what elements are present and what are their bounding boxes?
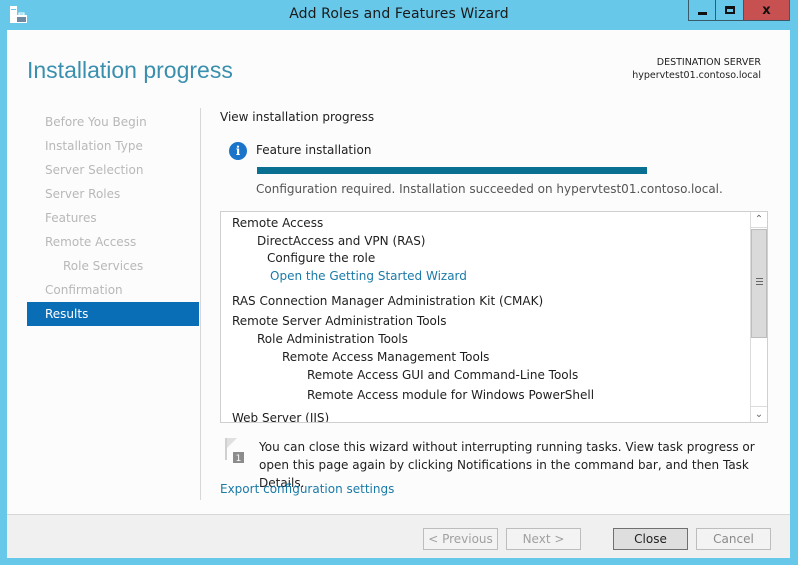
maximize-icon: [724, 6, 735, 14]
getting-started-wizard-link[interactable]: Open the Getting Started Wizard: [270, 269, 467, 283]
result-item: Role Administration Tools: [257, 332, 408, 346]
page-title: Installation progress: [27, 57, 233, 83]
wizard-footer: < Previous Next > Close Cancel: [7, 514, 790, 558]
destination-label: DESTINATION SERVER: [656, 57, 761, 68]
scroll-down-button[interactable]: ⌄: [751, 406, 767, 422]
result-item: Remote Access module for Windows PowerSh…: [307, 388, 595, 402]
result-item: Configure the role: [267, 251, 376, 265]
section-heading: View installation progress: [220, 110, 375, 124]
wizard-nav: Before You Begin Installation Type Serve…: [27, 110, 199, 326]
title-bar: Add Roles and Features Wizard x: [0, 0, 798, 30]
result-item: Remote Access Management Tools: [282, 350, 490, 364]
minimize-icon: [697, 11, 707, 15]
nav-item-role-services: Role Services: [63, 259, 144, 273]
maximize-button[interactable]: [716, 0, 744, 21]
result-item: Remote Access GUI and Command-Line Tools: [307, 368, 579, 382]
nav-item-server-selection: Server Selection: [45, 163, 144, 177]
results-scrollbar[interactable]: ⌃ ⌄: [750, 212, 767, 422]
result-item: RAS Connection Manager Administration Ki…: [232, 294, 544, 308]
wizard-client: Installation progress DESTINATION SERVER…: [7, 30, 790, 558]
installation-progress-bar: [257, 167, 647, 174]
nav-item-features: Features: [45, 211, 97, 225]
window-title: Add Roles and Features Wizard: [289, 6, 509, 22]
window-controls: x: [688, 0, 790, 21]
close-button[interactable]: Close: [613, 528, 688, 550]
grip-icon: [756, 278, 763, 287]
minimize-button[interactable]: [688, 0, 716, 21]
scroll-up-button[interactable]: ⌃: [751, 212, 767, 228]
nav-item-installation-type: Installation Type: [45, 139, 143, 153]
nav-item-confirmation: Confirmation: [45, 283, 123, 297]
result-item: Remote Server Administration Tools: [232, 314, 447, 328]
export-configuration-link[interactable]: Export configuration settings: [220, 482, 394, 496]
next-button[interactable]: Next >: [506, 528, 581, 550]
destination-server-name: hypervtest01.contoso.local: [632, 70, 761, 81]
destination-server: DESTINATION SERVER hypervtest01.contoso.…: [632, 56, 761, 82]
previous-button[interactable]: < Previous: [423, 528, 498, 550]
nav-item-results[interactable]: Results: [27, 302, 199, 326]
close-icon: x: [762, 2, 771, 18]
result-item: Remote Access: [232, 216, 324, 230]
chevron-down-icon: ⌄: [754, 409, 764, 420]
nav-item-before-you-begin: Before You Begin: [45, 115, 147, 129]
result-item: DirectAccess and VPN (RAS): [257, 234, 426, 248]
chevron-up-icon: ⌃: [754, 214, 764, 225]
progress-fill: [257, 167, 647, 174]
notification-flag-icon: 1: [225, 438, 244, 464]
cancel-button[interactable]: Cancel: [696, 528, 771, 550]
nav-item-remote-access: Remote Access: [45, 235, 137, 249]
installation-status: Configuration required. Installation suc…: [256, 182, 723, 196]
info-icon: i: [229, 142, 247, 160]
nav-divider: [200, 108, 201, 500]
results-list-box: Remote Access DirectAccess and VPN (RAS)…: [220, 211, 768, 423]
close-window-button[interactable]: x: [744, 0, 790, 21]
scrollbar-thumb[interactable]: [751, 229, 767, 338]
feature-installation-label: Feature installation: [256, 143, 372, 157]
nav-item-server-roles: Server Roles: [45, 187, 121, 201]
result-item: Web Server (IIS): [232, 411, 330, 423]
svg-text:1: 1: [236, 454, 242, 464]
